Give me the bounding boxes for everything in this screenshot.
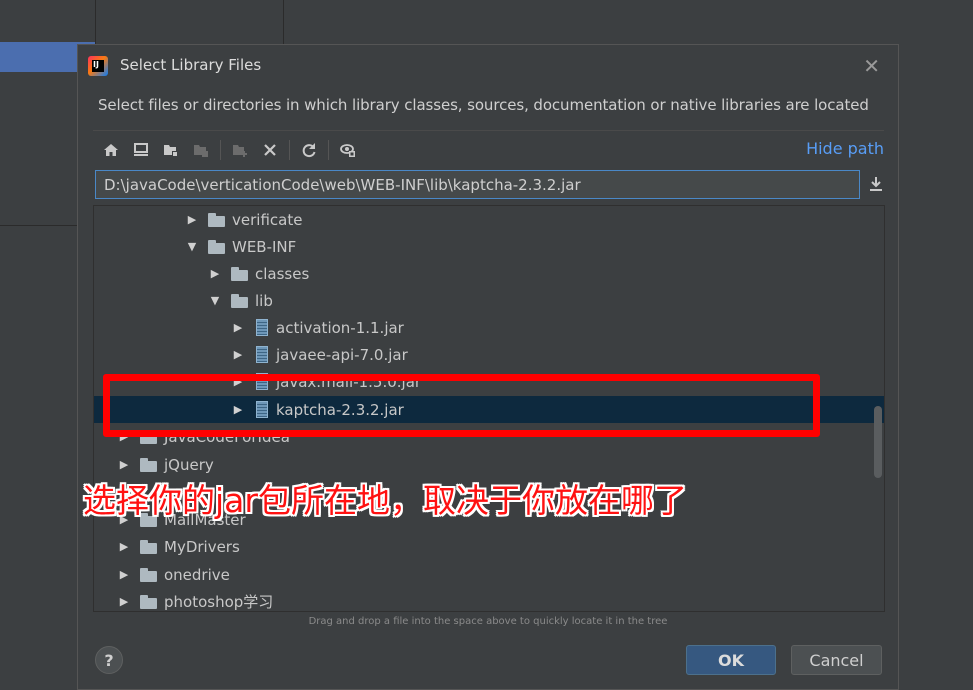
intellij-app-icon: IJ (88, 56, 108, 76)
dialog-description: Select files or directories in which lib… (98, 96, 869, 114)
tree-row[interactable]: ▶ verificate (94, 206, 884, 233)
expand-arrow-icon[interactable]: ▶ (118, 458, 130, 471)
tree-row[interactable]: ▶ MyDrivers (94, 533, 884, 560)
collapse-arrow-icon[interactable]: ▼ (209, 294, 221, 307)
delete-icon[interactable] (255, 136, 285, 164)
ide-divider (283, 0, 284, 44)
tree-row[interactable]: ▶ onedrive (94, 561, 884, 588)
folder-icon (208, 239, 226, 254)
tree-row-label: MyDrivers (164, 537, 240, 556)
project-folder-icon[interactable] (156, 136, 186, 164)
divider (93, 130, 884, 131)
tree-row[interactable]: ▶ JavaCodeForIdea (94, 423, 884, 450)
expand-arrow-icon[interactable]: ▶ (232, 375, 244, 388)
expand-arrow-icon[interactable]: ▶ (118, 540, 130, 553)
expand-arrow-icon[interactable]: ▶ (118, 513, 130, 526)
expand-arrow-icon[interactable]: ▶ (118, 568, 130, 581)
jar-file-icon (256, 346, 268, 363)
cancel-button[interactable]: Cancel (791, 645, 882, 675)
tree-row[interactable]: ▼ lib (94, 287, 884, 314)
expand-arrow-icon[interactable]: ▶ (232, 321, 244, 334)
desktop-icon[interactable] (126, 136, 156, 164)
file-tree[interactable]: ▶ verificate ▼ WEB-INF ▶ classes ▼ lib ▶… (93, 205, 885, 612)
tree-row-label: kaptcha-2.3.2.jar (276, 400, 404, 419)
close-icon[interactable]: ✕ (863, 54, 880, 78)
tree-row-label: classes (255, 264, 310, 283)
folder-icon (231, 266, 249, 281)
tree-row[interactable]: ▶ javaee-api-7.0.jar (94, 341, 884, 368)
folder-icon (140, 567, 158, 582)
expand-arrow-icon[interactable]: ▶ (118, 595, 130, 608)
tree-row-label: photoshop学习 (164, 593, 274, 611)
folder-icon (140, 429, 158, 444)
tree-row[interactable]: ▶ MailMaster (94, 506, 884, 533)
ok-button[interactable]: OK (686, 645, 776, 675)
tree-row-label: JavaCodeForIdea (164, 427, 290, 446)
refresh-icon[interactable] (294, 136, 324, 164)
folder-icon (231, 293, 249, 308)
expand-arrow-icon[interactable]: ▶ (232, 348, 244, 361)
tree-row-label: WEB-INF (232, 237, 297, 256)
tree-row-label: MailMaster (164, 510, 246, 529)
tree-row[interactable]: ▶ javax.mail-1.5.0.jar (94, 368, 884, 395)
hide-path-link[interactable]: Hide path (806, 139, 884, 158)
tree-row[interactable]: ▶ activation-1.1.jar (94, 314, 884, 341)
drag-drop-hint: Drag and drop a file into the space abov… (308, 616, 668, 627)
help-button[interactable]: ? (95, 646, 123, 674)
expand-arrow-icon[interactable]: ▶ (118, 430, 130, 443)
tree-row-label: jQuery (164, 455, 214, 474)
file-chooser-toolbar (96, 136, 363, 164)
new-folder-icon[interactable] (225, 136, 255, 164)
tree-row-label: activation-1.1.jar (276, 318, 404, 337)
folder-icon (140, 512, 158, 527)
expand-arrow-icon[interactable]: ▶ (186, 213, 198, 226)
tree-row-label: javax.mail-1.5.0.jar (276, 372, 422, 391)
module-folder-icon[interactable] (186, 136, 216, 164)
ide-divider (0, 225, 77, 226)
ide-divider (95, 0, 96, 44)
tree-row-label: verificate (232, 210, 303, 229)
tree-row[interactable]: ▼ WEB-INF (94, 233, 884, 260)
tree-row[interactable]: ▶ classes (94, 260, 884, 287)
folder-icon (140, 539, 158, 554)
tree-row-label: onedrive (164, 565, 230, 584)
path-input[interactable] (95, 170, 860, 199)
tree-scrollbar[interactable] (874, 406, 882, 478)
dialog-title: Select Library Files (120, 56, 262, 74)
jar-file-icon (256, 401, 268, 418)
toolbar-separator (289, 140, 290, 160)
folder-icon (208, 212, 226, 227)
collapse-arrow-icon[interactable]: ▼ (186, 240, 198, 253)
folder-icon (140, 594, 158, 609)
expand-arrow-icon[interactable]: ▶ (209, 267, 221, 280)
home-icon[interactable] (96, 136, 126, 164)
folder-icon (140, 457, 158, 472)
download-icon[interactable] (868, 176, 884, 192)
toolbar-separator (220, 140, 221, 160)
toolbar-separator (328, 140, 329, 160)
tree-row-label: lib (255, 291, 273, 310)
jar-file-icon (256, 373, 268, 390)
select-library-files-dialog: IJ Select Library Files ✕ Select files o… (77, 44, 899, 690)
show-hidden-icon[interactable] (333, 136, 363, 164)
jar-file-icon (256, 319, 268, 336)
expand-arrow-icon[interactable]: ▶ (232, 403, 244, 416)
tree-row-selected[interactable]: ▶ kaptcha-2.3.2.jar (94, 396, 884, 423)
dialog-titlebar: IJ Select Library Files ✕ (78, 45, 898, 87)
tree-row[interactable]: ▶ jQuery (94, 451, 884, 478)
tree-row-label: javaee-api-7.0.jar (276, 345, 408, 364)
tree-row[interactable]: ▶ photoshop学习 (94, 588, 884, 611)
